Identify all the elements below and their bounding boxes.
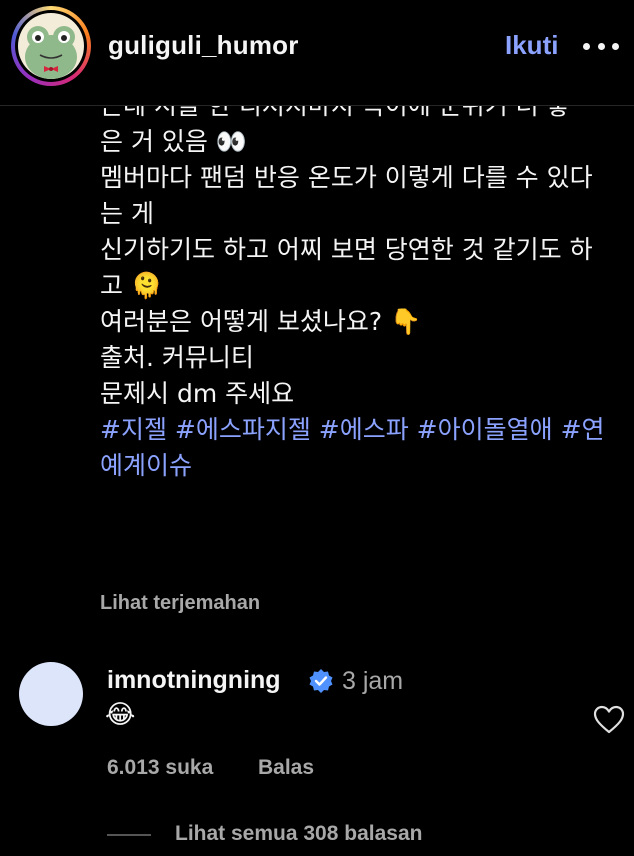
verified-badge-icon — [309, 669, 333, 693]
commenter-avatar[interactable] — [19, 662, 83, 726]
dot — [583, 42, 590, 50]
caption-line: 신기하기도 하고 어찌 보면 당연한 것 같기도 하 — [100, 235, 593, 264]
profile-avatar[interactable] — [11, 6, 91, 86]
caption-line: 출처. 커뮤니티 — [100, 343, 254, 372]
view-all-replies-link[interactable]: Lihat semua 308 balasan — [175, 822, 422, 846]
avatar-border — [15, 10, 87, 82]
caption-line: 는 게 — [100, 199, 154, 228]
comment-username[interactable]: imnotningning — [107, 666, 281, 695]
caption-line: 은 거 있음 👀 — [100, 127, 247, 156]
caption-line: 멤버마다 팬덤 반응 온도가 이렇게 다를 수 있다 — [100, 163, 593, 192]
post-username[interactable]: guliguli_humor — [108, 30, 299, 61]
dot — [612, 42, 619, 50]
comment-like-count[interactable]: 6.013 suka — [107, 756, 213, 780]
hashtags[interactable]: 예계이슈 — [100, 448, 620, 484]
dot — [597, 42, 605, 50]
post-caption: 근데 시들 한 디저지마지 득이에 군위기 더 좋 은 거 있음 👀 멤버마다 … — [100, 88, 620, 484]
follow-button[interactable]: Ikuti — [505, 30, 558, 61]
caption-line: 여러분은 어떻게 보셨나요? 👇 — [100, 307, 422, 336]
see-translation-link[interactable]: Lihat terjemahan — [100, 592, 260, 615]
replies-divider — [107, 834, 151, 836]
caption-line: 고 🫠 — [100, 271, 163, 300]
more-options-icon[interactable] — [583, 36, 619, 56]
comment-text: 😂 — [105, 700, 136, 730]
caption-line: 문제시 dm 주세요 — [100, 379, 295, 408]
heart-icon[interactable] — [593, 705, 625, 735]
comment-timestamp: 3 jam — [342, 667, 404, 695]
hashtags[interactable]: #지젤 #에스파지젤 #에스파 #아이돌열애 #연 — [100, 412, 620, 448]
post-header: guliguli_humor Ikuti — [0, 0, 634, 106]
frog-avatar-image — [18, 13, 84, 79]
reply-button[interactable]: Balas — [258, 756, 314, 780]
